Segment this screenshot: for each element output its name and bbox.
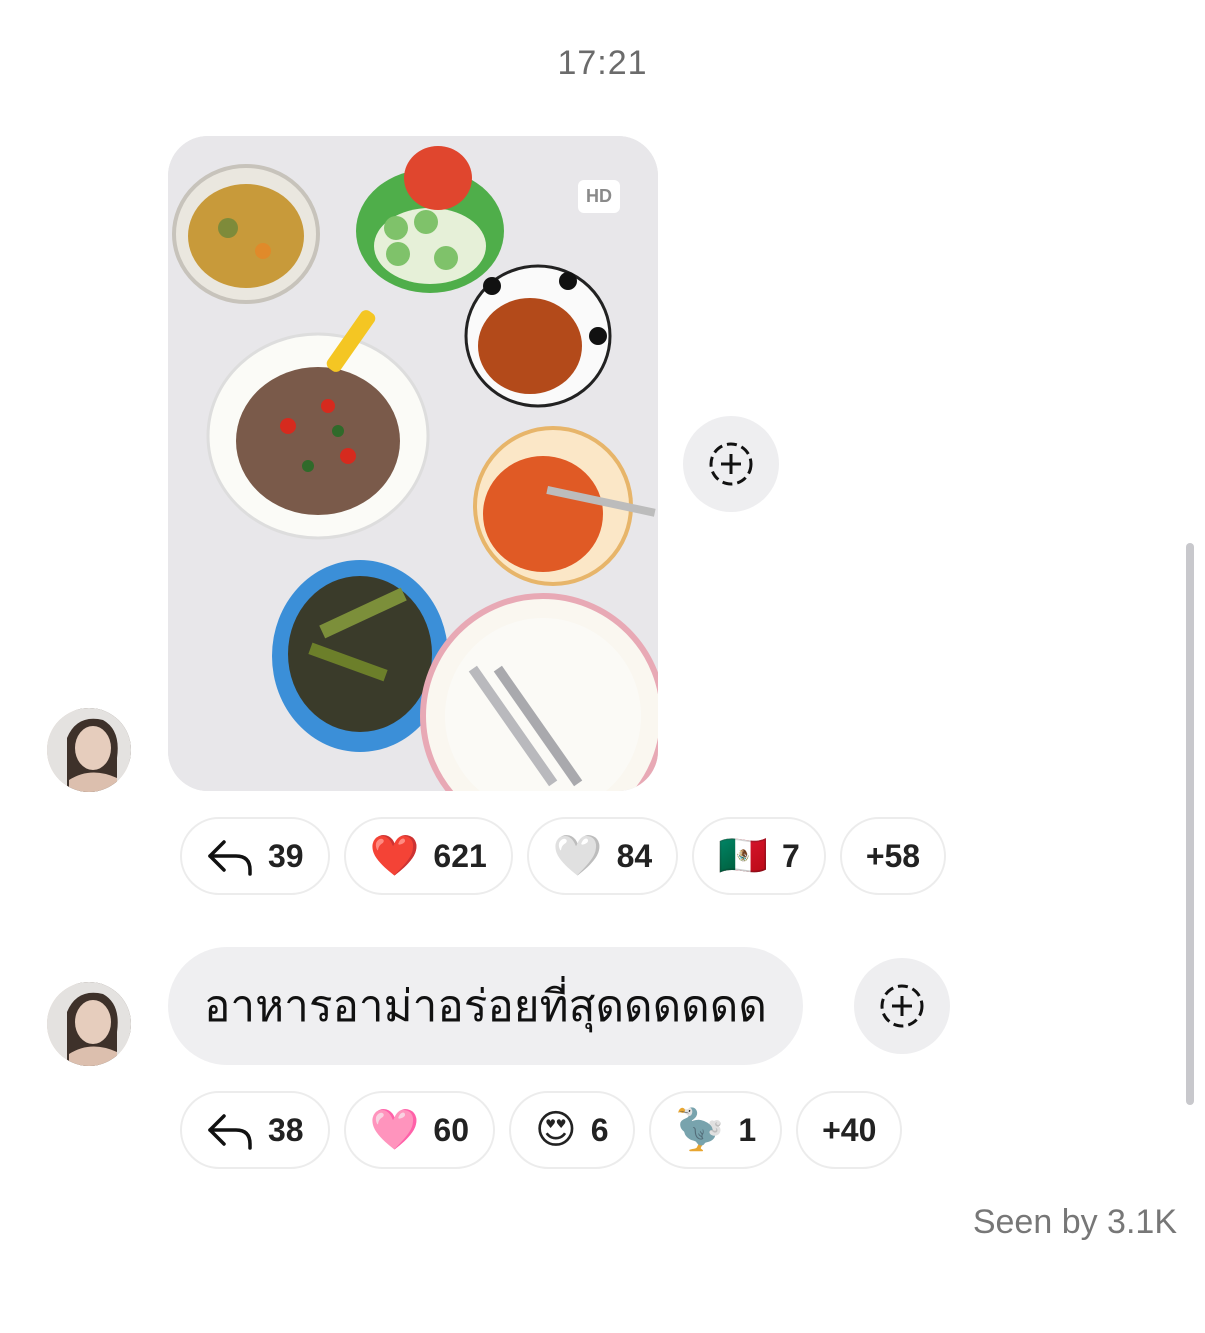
sender-avatar[interactable] (47, 708, 131, 792)
reaction-count: 7 (782, 837, 800, 874)
hd-badge: HD (578, 180, 620, 213)
reaction-count: 84 (616, 837, 653, 874)
add-reaction-button[interactable] (854, 958, 950, 1054)
dodo-icon: 🦤 (674, 1108, 725, 1152)
food-photo (168, 136, 658, 791)
reaction-red-heart[interactable]: ❤️ 621 (343, 817, 513, 895)
reaction-white-heart[interactable]: 🤍 84 (526, 817, 679, 895)
seen-by-status: Seen by 3.1K (972, 1203, 1177, 1241)
scrollbar[interactable] (1186, 543, 1194, 1105)
reaction-count: +58 (865, 837, 921, 874)
reactions-row-2: 38 🩷 60 😍 6 🦤 1 +40 (180, 1091, 903, 1169)
reaction-count: 621 (433, 837, 487, 874)
reaction-count: 6 (590, 1111, 609, 1148)
reply-arrow-icon (208, 840, 252, 876)
reaction-heart-eyes[interactable]: 😍 6 (509, 1091, 635, 1169)
reaction-pink-heart[interactable]: 🩷 60 (343, 1091, 495, 1169)
reaction-mexico-flag[interactable]: 🇲🇽 7 (692, 817, 826, 895)
reaction-more[interactable]: +40 (796, 1091, 903, 1169)
reactions-row-1: 39 ❤️ 621 🤍 84 🇲🇽 7 +58 (180, 817, 947, 895)
heart-eyes-icon: 😍 (535, 1108, 577, 1152)
red-heart-icon: ❤️ (369, 834, 420, 878)
add-reaction-icon (880, 984, 924, 1028)
reaction-count: 38 (268, 1111, 304, 1148)
message-timestamp: 17:21 (557, 44, 648, 82)
add-reaction-icon (709, 442, 753, 486)
reaction-reply[interactable]: 38 (180, 1091, 330, 1169)
reaction-count: +40 (822, 1111, 877, 1148)
reaction-count: 1 (738, 1111, 757, 1148)
reaction-count: 39 (268, 837, 304, 874)
reply-arrow-icon (208, 1114, 252, 1150)
reaction-dodo[interactable]: 🦤 1 (648, 1091, 783, 1169)
reaction-reply[interactable]: 39 (180, 817, 330, 895)
white-heart-icon: 🤍 (552, 834, 603, 878)
reaction-count: 60 (433, 1111, 469, 1148)
message-text: อาหารอาม่าอร่อยที่สุดดดดดด (204, 981, 767, 1032)
sender-avatar[interactable] (47, 982, 131, 1066)
text-message-bubble[interactable]: อาหารอาม่าอร่อยที่สุดดดดดด (168, 947, 803, 1065)
reaction-more[interactable]: +58 (839, 817, 947, 895)
mexico-flag-icon: 🇲🇽 (718, 834, 769, 878)
add-reaction-button[interactable] (683, 416, 779, 512)
pink-heart-icon: 🩷 (369, 1108, 420, 1152)
photo-message[interactable]: HD (168, 136, 658, 791)
